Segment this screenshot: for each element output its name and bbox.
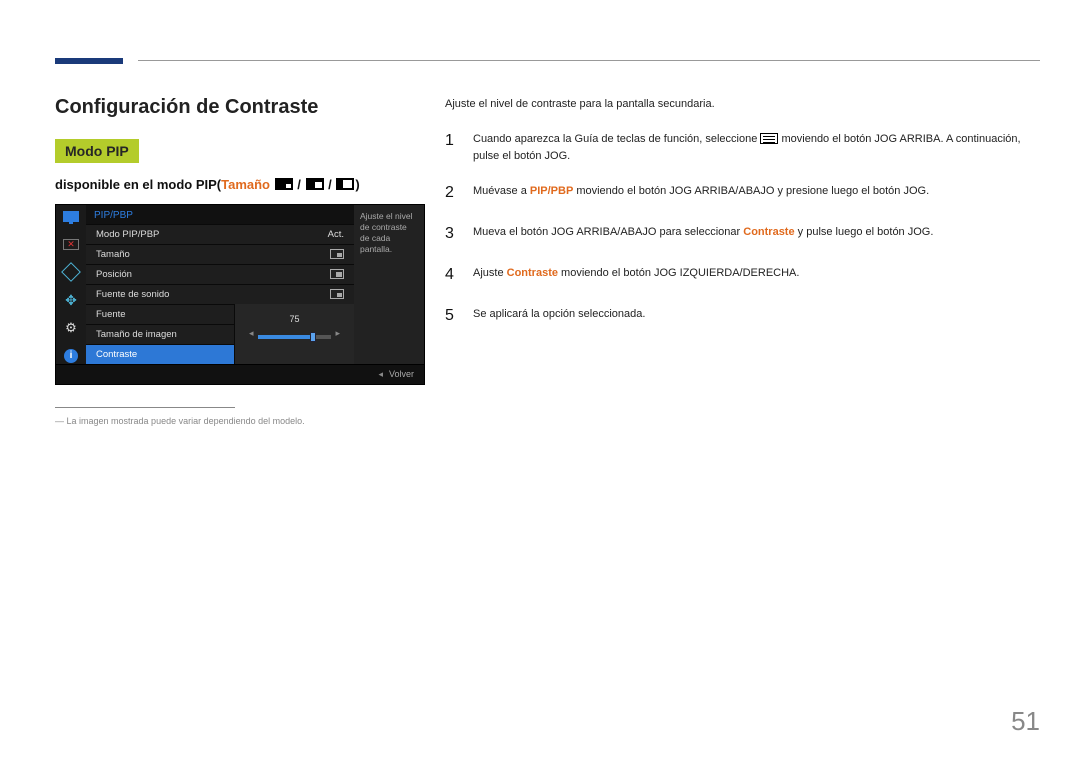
pip-size-value-icon [330, 249, 344, 259]
osd-row-label: Posición [96, 269, 132, 280]
osd-off-monitor-icon: ✕ [62, 237, 80, 251]
step-3: 3 Mueva el botón JOG ARRIBA/ABAJO para s… [445, 222, 1040, 247]
osd-row-label: Contraste [96, 349, 137, 360]
pip-size-small-icon [275, 178, 293, 190]
osd-row-size: Tamaño [86, 244, 354, 264]
osd-row-mode: Modo PIP/PBP Act. [86, 224, 354, 244]
step-keyword: Contraste [507, 267, 558, 279]
step-keyword: PIP/PBP [530, 185, 573, 197]
header-rule [138, 60, 1040, 61]
step-text: Se aplicará la opción seleccionada. [473, 304, 1040, 323]
subhead-close: ) [355, 177, 359, 192]
pip-size-large-icon [336, 178, 354, 190]
footnote-marker: ― [55, 416, 64, 426]
step-text-pre: Cuando aparezca la Guía de teclas de fun… [473, 133, 760, 145]
osd-slider-fill [258, 335, 313, 339]
osd-info-icon: i [62, 349, 80, 363]
step-1: 1 Cuando aparezca la Guía de teclas de f… [445, 129, 1040, 165]
step-text-post: moviendo el botón JOG IZQUIERDA/DERECHA. [558, 267, 799, 279]
step-keyword: Contraste [743, 226, 794, 238]
osd-slider-left-icon: ◂ [249, 328, 254, 339]
pip-sound-value-icon [330, 289, 344, 299]
osd-row-sound: Fuente de sonido [86, 284, 354, 304]
osd-row-label: Fuente de sonido [96, 289, 169, 300]
osd-row-value: Act. [328, 229, 344, 240]
osd-slider-thumb [310, 332, 316, 342]
osd-move-icon: ✥ [62, 293, 80, 307]
step-text-pre: Mueva el botón JOG ARRIBA/ABAJO para sel… [473, 226, 743, 238]
osd-row-position: Posición [86, 264, 354, 284]
step-number: 1 [445, 129, 459, 154]
osd-main: PIP/PBP Modo PIP/PBP Act. Tamaño Posició… [86, 205, 354, 364]
step-number: 3 [445, 222, 459, 247]
osd-row-label: Modo PIP/PBP [96, 229, 159, 240]
header-accent [55, 58, 123, 64]
page-number: 51 [1011, 706, 1040, 737]
osd-settings-icon: ⚙ [62, 321, 80, 335]
footnote-text: La imagen mostrada puede variar dependie… [67, 416, 305, 426]
osd-sidebar: ✕ ✥ ⚙ i [56, 205, 86, 364]
osd-row-contrast: Contraste [86, 344, 234, 364]
step-4: 4 Ajuste Contraste moviendo el botón JOG… [445, 263, 1040, 288]
step-number: 4 [445, 263, 459, 288]
step-number: 5 [445, 304, 459, 329]
intro-text: Ajuste el nivel de contraste para la pan… [445, 96, 1040, 113]
osd-footer: ◂ Volver [56, 364, 424, 384]
step-text-post: moviendo el botón JOG ARRIBA/ABAJO y pre… [573, 185, 929, 197]
footnote: ― La imagen mostrada puede variar depend… [55, 416, 1040, 426]
osd-resize-icon [62, 265, 80, 279]
osd-back-icon: ◂ [378, 369, 383, 380]
step-text-post: y pulse luego el botón JOG. [795, 226, 934, 238]
osd-row-label: Fuente [96, 309, 126, 320]
osd-row-label: Tamaño de imagen [96, 329, 177, 340]
subhead-size-label: Tamaño [221, 177, 270, 192]
pip-size-medium-icon [306, 178, 324, 190]
osd-help-panel: Ajuste el nivel de contraste de cada pan… [354, 205, 424, 364]
step-text-pre: Ajuste [473, 267, 507, 279]
subhead-prefix: disponible en el modo PIP( [55, 177, 221, 192]
osd-menu-title: PIP/PBP [86, 205, 354, 224]
osd-back-label: Volver [389, 369, 414, 379]
menu-icon [760, 133, 778, 144]
footnote-divider [55, 407, 235, 408]
step-5: 5 Se aplicará la opción seleccionada. [445, 304, 1040, 329]
osd-screenshot: ✕ ✥ ⚙ i PIP/PBP Modo PIP/PBP Act. Tamaño… [55, 204, 425, 385]
mode-badge: Modo PIP [55, 139, 139, 163]
pip-pos-value-icon [330, 269, 344, 279]
sep1: / [297, 177, 304, 192]
osd-row-imgsize: Tamaño de imagen [86, 324, 234, 344]
step-number: 2 [445, 181, 459, 206]
osd-picture-icon [62, 209, 80, 223]
osd-slider-track [258, 335, 332, 339]
sep2: / [328, 177, 335, 192]
osd-row-source: Fuente [86, 304, 234, 324]
osd-slider-value: 75 [249, 314, 340, 324]
step-2: 2 Muévase a PIP/PBP moviendo el botón JO… [445, 181, 1040, 206]
osd-row-label: Tamaño [96, 249, 130, 260]
step-text-pre: Muévase a [473, 185, 530, 197]
osd-slider-right-icon: ▸ [335, 328, 340, 339]
osd-slider-panel: 75 ◂ ▸ [234, 304, 354, 364]
